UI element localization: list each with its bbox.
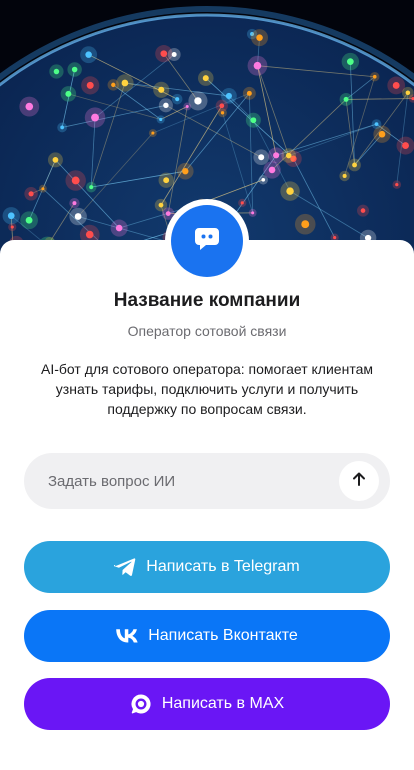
network-node: [285, 152, 292, 159]
network-node: [71, 66, 78, 73]
network-node: [253, 61, 262, 70]
network-node: [158, 202, 164, 208]
bot-avatar: [165, 199, 249, 283]
max-button-label: Написать в MAX: [161, 695, 285, 712]
network-node: [85, 51, 92, 58]
network-node: [28, 191, 34, 197]
company-subtitle: Оператор сотовой связи: [127, 323, 287, 339]
network-node: [185, 104, 189, 109]
send-button[interactable]: [339, 461, 379, 501]
network-node: [65, 90, 72, 97]
network-node: [378, 130, 386, 138]
network-node: [372, 74, 377, 79]
network-node: [250, 117, 257, 124]
vk-button[interactable]: Написать Вконтакте: [24, 610, 390, 662]
network-node: [85, 230, 94, 239]
network-node: [41, 187, 45, 191]
network-node: [273, 152, 280, 159]
network-node: [194, 97, 202, 105]
network-node: [261, 177, 266, 182]
network-node: [163, 177, 170, 184]
network-node: [72, 201, 77, 206]
network-node: [89, 185, 94, 190]
arrow-up-icon: [351, 471, 367, 492]
network-node: [159, 117, 163, 122]
vk-icon: [116, 629, 138, 643]
network-node: [268, 166, 276, 174]
network-node: [333, 236, 337, 240]
network-node: [53, 68, 60, 75]
network-node: [220, 111, 225, 115]
network-node: [7, 212, 15, 220]
network-node: [301, 220, 310, 229]
page: Название компании Оператор сотовой связи…: [0, 0, 414, 770]
network-node: [71, 176, 80, 185]
network-node: [352, 162, 357, 168]
network-node: [395, 182, 399, 187]
network-node: [115, 224, 123, 232]
telegram-button[interactable]: Написать в Telegram: [24, 541, 390, 593]
company-name: Название компании: [113, 290, 301, 311]
network-node: [175, 97, 180, 102]
vk-button-label: Написать Вконтакте: [148, 627, 298, 644]
network-node: [240, 201, 244, 205]
max-button[interactable]: Написать в MAX: [24, 678, 390, 730]
network-node: [10, 225, 14, 229]
telegram-icon: [114, 557, 136, 577]
network-node: [343, 96, 349, 102]
network-node: [121, 79, 129, 87]
network-node: [52, 157, 59, 163]
company-description: AI-бот для сотового оператора: помогает …: [41, 361, 373, 417]
network-node: [286, 187, 294, 195]
network-node: [171, 52, 177, 58]
network-node: [111, 82, 116, 88]
network-node: [346, 58, 354, 65]
network-node: [163, 102, 169, 109]
network-node: [256, 34, 263, 41]
network-node: [91, 113, 99, 122]
network-node: [86, 81, 94, 89]
network-node: [74, 213, 82, 220]
avatar-circle: [171, 205, 243, 277]
network-node: [182, 168, 189, 175]
ask-ai-input[interactable]: [48, 472, 328, 490]
network-node: [25, 216, 33, 224]
network-node: [25, 102, 34, 111]
ask-ai-box: [24, 453, 390, 509]
network-node: [374, 122, 379, 126]
network-node: [342, 173, 347, 178]
chat-bubble-icon: [193, 225, 221, 258]
network-node: [158, 86, 165, 93]
network-node: [60, 125, 65, 130]
max-icon: [130, 693, 152, 715]
network-node: [225, 92, 232, 99]
network-node: [165, 211, 171, 216]
network-node: [151, 131, 155, 135]
network-node: [258, 154, 265, 161]
network-node: [219, 103, 225, 109]
network-node: [360, 208, 366, 213]
network-node: [202, 75, 209, 82]
telegram-button-label: Написать в Telegram: [146, 558, 300, 575]
network-node: [246, 90, 252, 96]
network-node: [402, 142, 409, 150]
network-node: [251, 211, 255, 215]
network-node: [392, 82, 400, 89]
network-node: [405, 90, 411, 95]
network-node: [160, 50, 168, 57]
